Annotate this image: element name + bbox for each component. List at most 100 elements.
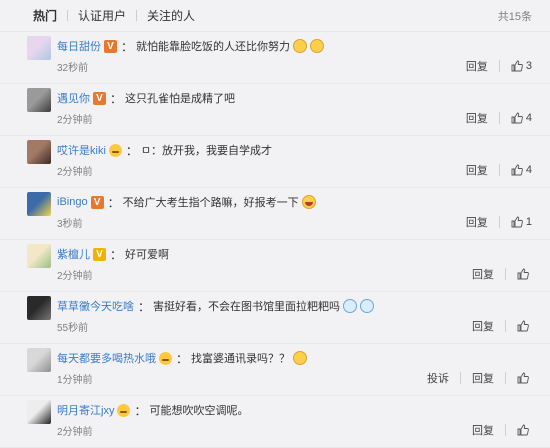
like-count: 4 [525, 164, 532, 176]
comment-line: 每日甜份 V ： 就怕能靠脸吃饭的人还比你努力 [57, 37, 325, 55]
comment-line: 每天都要多喝热水哦 ： 找富婆通讯录吗？？ [57, 349, 308, 367]
report-button[interactable]: 投诉 [427, 370, 449, 386]
action-divider [498, 60, 500, 72]
tab-following[interactable]: 关注的人 [147, 7, 195, 24]
cat-face-emoji-icon [293, 39, 308, 53]
reply-button[interactable]: 回复 [472, 422, 494, 438]
comment-actions: 回复 4 [466, 110, 532, 126]
avatar[interactable] [27, 192, 51, 216]
comment-tabs: 热门 认证用户 关注的人 共15条 [0, 0, 550, 32]
username-link[interactable]: 紫檀儿 [57, 246, 90, 262]
comment-time: 2分钟前 [57, 427, 93, 438]
comment-time: 3秒前 [57, 219, 83, 230]
verified-badge-icon: V [104, 39, 117, 53]
thumb-up-icon [517, 372, 529, 384]
comment-actions: 回复 [472, 266, 532, 282]
comment-item: 哎许是kiki ： ㅁ：放开我，我要自学成才 2分钟前 回复 4 [0, 136, 550, 188]
action-divider [505, 372, 506, 384]
comment-item: 草草黴今天吃啥 ： 害挺好看，不会在图书馆里面拉粑粑吗 55秒前 回复 [0, 292, 550, 344]
member-face-badge-icon [117, 403, 131, 417]
thumb-up-icon [511, 112, 523, 124]
like-count: 4 [525, 112, 532, 124]
avatar[interactable] [27, 400, 51, 424]
username-link[interactable]: iBingo [57, 196, 88, 208]
comment-line: iBingo V ： 不给广大考生指个路嘛，好报考一下 [57, 193, 316, 211]
comment-actions: 回复 3 [466, 58, 532, 74]
like-button[interactable] [517, 424, 532, 436]
reply-button[interactable]: 回复 [466, 58, 488, 74]
comment-actions: 回复 [472, 318, 532, 334]
comment-time: 55秒前 [57, 323, 89, 334]
verified-badge-icon: V [93, 247, 106, 261]
comment-line: 遇见你 V ： 这只孔雀怕是成精了吧 [57, 89, 235, 107]
action-divider [505, 320, 506, 332]
tab-divider [67, 10, 69, 21]
comment-text: ㅁ：放开我，我要自学成才 [140, 145, 273, 157]
tab-verified-users[interactable]: 认证用户 [78, 7, 126, 24]
like-button[interactable] [517, 268, 532, 280]
comment-item: 紫檀儿 V ： 好可爱啊 2分钟前 回复 [0, 240, 550, 292]
reply-button[interactable]: 回复 [472, 318, 494, 334]
doraemon-emoji-icon [343, 299, 358, 313]
username-link[interactable]: 草草黴今天吃啥 [57, 298, 134, 314]
username-link[interactable]: 遇见你 [57, 90, 90, 106]
like-button[interactable]: 4 [511, 112, 532, 124]
laugh-emoji-icon [301, 195, 316, 209]
avatar[interactable] [27, 88, 51, 112]
username-link[interactable]: 每天都要多喝热水哦 [57, 350, 156, 366]
comment-time: 2分钟前 [57, 167, 93, 178]
like-count: 3 [525, 60, 532, 72]
username-link[interactable]: 每日甜份 [57, 38, 101, 54]
colon: ： [107, 195, 120, 210]
member-face-badge-icon [108, 143, 122, 157]
comment-text: 就怕能靠脸吃饭的人还比你努力 [136, 41, 291, 53]
cat-face-emoji-icon [293, 351, 308, 365]
comment-actions: 回复 [472, 422, 532, 438]
like-button[interactable]: 3 [511, 60, 532, 72]
reply-button[interactable]: 回复 [472, 370, 494, 386]
like-button[interactable]: 1 [511, 216, 532, 228]
avatar[interactable] [27, 36, 51, 60]
comment-line: 明月寄江jxy ： 可能想吹吹空调呢。 [57, 401, 248, 419]
reply-button[interactable]: 回复 [472, 266, 494, 282]
comment-item: 明月寄江jxy ： 可能想吹吹空调呢。 2分钟前 回复 [0, 396, 550, 448]
comment-list: 每日甜份 V ： 就怕能靠脸吃饭的人还比你努力 32秒前 回复 3 遇见你 V … [0, 32, 550, 448]
thumb-up-icon [517, 320, 529, 332]
comment-line: 紫檀儿 V ： 好可爱啊 [57, 245, 169, 263]
colon: ： [110, 91, 123, 106]
comment-item: 遇见你 V ： 这只孔雀怕是成精了吧 2分钟前 回复 4 [0, 84, 550, 136]
comment-line: 草草黴今天吃啥 ： 害挺好看，不会在图书馆里面拉粑粑吗 [57, 297, 375, 315]
comment-time: 32秒前 [57, 63, 89, 74]
comment-time: 2分钟前 [57, 271, 93, 282]
action-divider [460, 372, 461, 384]
action-divider [505, 424, 506, 436]
avatar[interactable] [27, 348, 51, 372]
like-button[interactable] [517, 372, 532, 384]
like-button[interactable]: 4 [511, 164, 532, 176]
comment-actions: 投诉 回复 [427, 370, 532, 386]
doraemon-emoji-icon [360, 299, 375, 313]
verified-badge-icon: V [93, 91, 106, 105]
like-count: 1 [525, 216, 532, 228]
comment-item: 每日甜份 V ： 就怕能靠脸吃饭的人还比你努力 32秒前 回复 3 [0, 32, 550, 84]
avatar[interactable] [27, 140, 51, 164]
reply-button[interactable]: 回复 [466, 110, 488, 126]
comment-time: 2分钟前 [57, 115, 93, 126]
action-divider [498, 216, 500, 228]
thumb-up-icon [511, 164, 523, 176]
colon: ： [138, 299, 151, 314]
avatar[interactable] [27, 244, 51, 268]
avatar[interactable] [27, 296, 51, 320]
like-button[interactable] [517, 320, 532, 332]
comment-total: 共15条 [497, 10, 532, 23]
reply-button[interactable]: 回复 [466, 214, 488, 230]
username-link[interactable]: 明月寄江jxy [57, 402, 114, 418]
colon: ： [134, 403, 147, 418]
tab-hot[interactable]: 热门 [33, 7, 57, 24]
thumb-up-icon [511, 60, 523, 72]
username-link[interactable]: 哎许是kiki [57, 142, 106, 158]
member-face-badge-icon [159, 351, 172, 365]
thumb-up-icon [511, 216, 523, 228]
reply-button[interactable]: 回复 [466, 162, 488, 178]
colon: ： [121, 39, 134, 54]
